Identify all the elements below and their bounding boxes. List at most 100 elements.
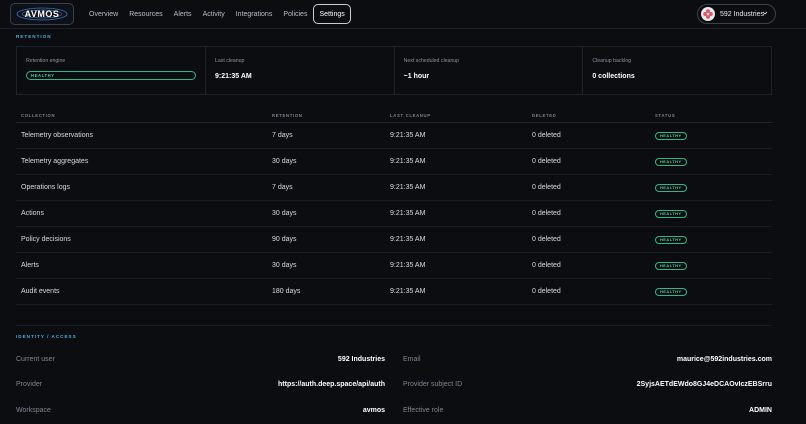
- col-retention: RETENTION: [272, 113, 303, 118]
- main-nav: Overview Resources Alerts Activity Integ…: [84, 4, 352, 24]
- field-label: Effective role: [403, 406, 444, 414]
- cell-collection: Telemetry aggregates: [21, 158, 89, 165]
- cell-retention: 180 days: [272, 288, 301, 295]
- status-badge: HEALTHY: [655, 157, 687, 166]
- cell-retention: 30 days: [272, 158, 297, 165]
- cell-deleted: 0 deleted: [532, 132, 561, 139]
- status-badge: HEALTHY: [655, 235, 687, 244]
- field-value: maurice@592industries.com: [676, 355, 772, 363]
- nav-settings[interactable]: Settings: [313, 4, 351, 24]
- cell-retention: 7 days: [272, 184, 293, 191]
- cell-retention: 90 days: [272, 236, 297, 243]
- stat-title: Retention engine: [26, 58, 66, 64]
- cell-retention: 30 days: [272, 262, 297, 269]
- stat-last-cleanup: Last cleanup 9:21:35 AM: [206, 47, 395, 94]
- stat-title: Next scheduled cleanup: [403, 58, 460, 64]
- identity-section-label: IDENTITY / ACCESS: [16, 334, 77, 339]
- table-row: Policy decisions 90 days 9:21:35 AM 0 de…: [16, 227, 772, 253]
- status-badge: HEALTHY: [655, 261, 687, 270]
- col-status: STATUS: [655, 113, 676, 118]
- cell-last-cleanup: 9:21:35 AM: [390, 236, 426, 243]
- cell-deleted: 0 deleted: [532, 210, 561, 217]
- field-value: https://auth.deep.space/api/auth: [278, 380, 385, 388]
- cell-last-cleanup: 9:21:35 AM: [390, 210, 426, 217]
- stat-cleanup-backlog: Cleanup backlog 0 collections: [583, 47, 771, 94]
- table-row: Operations logs 7 days 9:21:35 AM 0 dele…: [16, 175, 772, 201]
- cell-collection: Telemetry observations: [21, 132, 93, 139]
- org-name: 592 Industries: [720, 10, 764, 18]
- field-label: Provider: [16, 380, 43, 388]
- nav-overview[interactable]: Overview: [84, 4, 123, 24]
- identity-field-effective-role: Effective role ADMIN: [403, 404, 772, 416]
- field-value: ADMIN: [749, 406, 772, 414]
- stat-value: 9:21:35 AM: [215, 73, 252, 80]
- retention-table: COLLECTION RETENTION LAST CLEANUP DELETE…: [16, 109, 772, 305]
- retention-stats: Retention engine HEALTHY Last cleanup 9:…: [16, 46, 772, 95]
- cell-collection: Operations logs: [21, 184, 71, 191]
- cell-collection: Policy decisions: [21, 236, 71, 243]
- col-last-cleanup: LAST CLEANUP: [390, 113, 431, 118]
- status-badge: HEALTHY: [655, 209, 687, 218]
- org-switcher[interactable]: 592 Industries: [697, 4, 776, 24]
- table-row: Alerts 30 days 9:21:35 AM 0 deleted HEAL…: [16, 253, 772, 279]
- stat-next-cleanup: Next scheduled cleanup ~1 hour: [395, 47, 584, 94]
- app-logo[interactable]: AVMOS: [10, 3, 74, 25]
- cell-retention: 30 days: [272, 210, 297, 217]
- table-row: Audit events 180 days 9:21:35 AM 0 delet…: [16, 279, 772, 305]
- cell-last-cleanup: 9:21:35 AM: [390, 132, 426, 139]
- cell-status: HEALTHY: [655, 287, 772, 296]
- cell-retention: 7 days: [272, 132, 293, 139]
- cell-last-cleanup: 9:21:35 AM: [390, 184, 426, 191]
- field-value: avmos: [362, 406, 385, 414]
- stat-retention-engine: Retention engine HEALTHY: [17, 47, 206, 94]
- chevron-down-icon: [762, 10, 768, 18]
- cell-last-cleanup: 9:21:35 AM: [390, 288, 426, 295]
- identity-field-email: Email maurice@592industries.com: [403, 353, 772, 365]
- field-label: Provider subject ID: [403, 380, 463, 388]
- cell-status: HEALTHY: [655, 261, 772, 270]
- cell-collection: Actions: [21, 210, 44, 217]
- org-avatar: [701, 7, 715, 21]
- field-value: 2SyjsAETdEWdo8GJ4eDCAOvIczEBSrru: [636, 380, 772, 388]
- col-collection: COLLECTION: [21, 113, 56, 118]
- stat-title: Last cleanup: [215, 58, 245, 64]
- section-divider: [16, 325, 772, 326]
- stat-value: ~1 hour: [403, 73, 430, 80]
- retention-section-label: RETENTION: [16, 34, 52, 39]
- cell-deleted: 0 deleted: [532, 236, 561, 243]
- field-label: Email: [403, 355, 421, 363]
- field-value: 592 Industries: [337, 355, 385, 363]
- cell-deleted: 0 deleted: [532, 262, 561, 269]
- cell-deleted: 0 deleted: [532, 288, 561, 295]
- identity-field-provider-subject-id: Provider subject ID 2SyjsAETdEWdo8GJ4eDC…: [403, 378, 772, 390]
- nav-activity[interactable]: Activity: [198, 4, 230, 24]
- table-row: Telemetry aggregates 30 days 9:21:35 AM …: [16, 149, 772, 175]
- nav-alerts[interactable]: Alerts: [169, 4, 197, 24]
- field-label: Workspace: [16, 406, 51, 414]
- field-label: Current user: [16, 355, 55, 363]
- nav-integrations[interactable]: Integrations: [231, 4, 278, 24]
- nav-resources[interactable]: Resources: [124, 4, 167, 24]
- cell-status: HEALTHY: [655, 183, 772, 192]
- status-badge: HEALTHY: [655, 183, 687, 192]
- cell-status: HEALTHY: [655, 131, 772, 140]
- cell-collection: Audit events: [21, 288, 60, 295]
- identity-field-workspace: Workspace avmos: [16, 404, 385, 416]
- engine-health-badge: HEALTHY: [26, 71, 196, 80]
- cell-last-cleanup: 9:21:35 AM: [390, 262, 426, 269]
- svg-text:AVMOS: AVMOS: [25, 9, 60, 19]
- status-badge: HEALTHY: [655, 131, 687, 140]
- identity-field-current-user: Current user 592 Industries: [16, 353, 385, 365]
- stat-value: 0 collections: [592, 73, 635, 80]
- cell-status: HEALTHY: [655, 157, 772, 166]
- cell-deleted: 0 deleted: [532, 158, 561, 165]
- identity-field-provider: Provider https://auth.deep.space/api/aut…: [16, 378, 385, 390]
- org-flower-icon: [703, 9, 713, 19]
- table-header: COLLECTION RETENTION LAST CLEANUP DELETE…: [16, 109, 772, 123]
- avmos-logo-icon: AVMOS: [16, 7, 68, 21]
- table-row: Telemetry observations 7 days 9:21:35 AM…: [16, 123, 772, 149]
- cell-status: HEALTHY: [655, 235, 772, 244]
- nav-policies[interactable]: Policies: [278, 4, 312, 24]
- cell-last-cleanup: 9:21:35 AM: [390, 158, 426, 165]
- top-nav-bar: AVMOS Overview Resources Alerts Activity…: [0, 0, 806, 29]
